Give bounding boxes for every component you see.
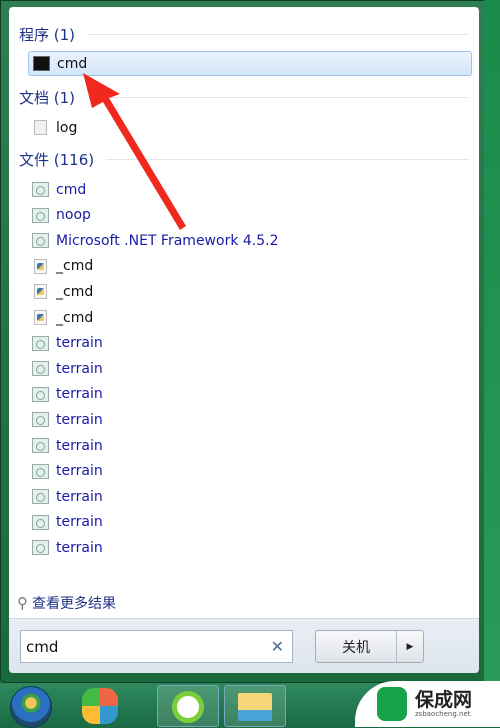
watermark-logo [377, 687, 407, 721]
watermark-title: 保成网 [415, 689, 473, 711]
watermark-url: zsbaocheng.net [415, 710, 471, 718]
watermark: 保成网 zsbaocheng.net [355, 681, 500, 727]
red-arrow-annotation [83, 73, 186, 230]
